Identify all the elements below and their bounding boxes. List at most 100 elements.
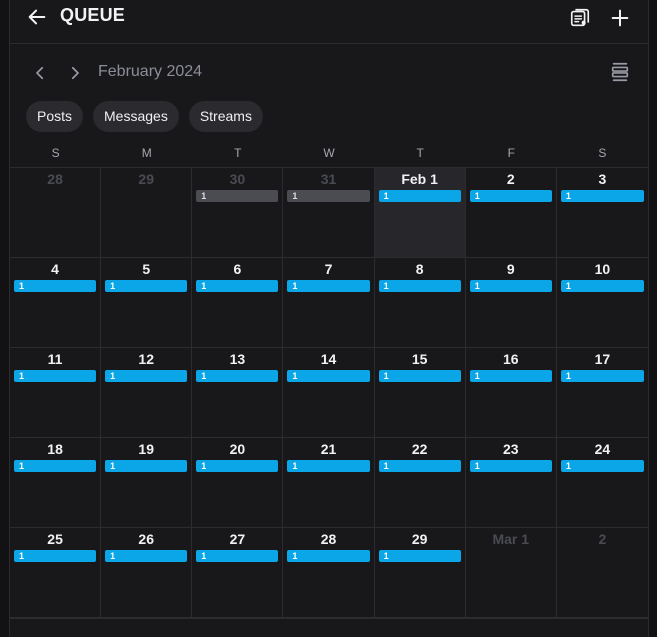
calendar-day-cell[interactable]: 30 1 (192, 168, 284, 258)
calendar-day-cell[interactable]: 18 1 (10, 438, 102, 528)
calendar-day-cell[interactable]: 27 1 (192, 528, 284, 618)
calendar-day-cell[interactable]: 71 (283, 258, 375, 348)
calendar-day-cell[interactable]: 28 1 (283, 528, 375, 618)
queue-event-bar[interactable]: 1 (287, 190, 370, 202)
calendar-day-cell[interactable]: 31 1 (283, 168, 375, 258)
day-number: 9 (506, 261, 515, 277)
calendar-day-cell[interactable]: 26 1 (101, 528, 193, 618)
day-number: 27 (229, 531, 246, 547)
calendar-day-cell[interactable]: 2 (556, 528, 648, 618)
queue-event-bar[interactable]: 1 (469, 280, 552, 292)
view-toggle-button[interactable] (608, 60, 632, 84)
queue-event-bar[interactable]: 1 (469, 370, 552, 382)
day-number: Mar 1 (492, 531, 530, 547)
queue-event-bar[interactable]: 1 (196, 280, 279, 292)
month-navigation: February 2024 (10, 58, 648, 88)
calendar-day-cell[interactable]: 29 1 (374, 528, 466, 618)
queue-event-bar[interactable]: 1 (287, 460, 370, 472)
calendar-day-cell[interactable]: 20 1 (192, 438, 284, 528)
queue-event-bar[interactable]: 1 (14, 280, 97, 292)
queue-list-button[interactable] (568, 6, 592, 30)
day-number: 28 (47, 171, 63, 187)
day-number: 14 (320, 351, 337, 367)
calendar-day-cell[interactable]: 15 1 (374, 348, 466, 438)
day-number: 24 (594, 441, 611, 457)
weekday-label: F (507, 146, 515, 160)
calendar-day-cell[interactable]: 17 1 (556, 348, 648, 438)
chip-messages[interactable]: Messages (93, 101, 179, 132)
day-number: 6 (233, 261, 242, 277)
queue-event-bar[interactable]: 1 (105, 550, 188, 562)
calendar-day-cell[interactable]: 51 (101, 258, 193, 348)
day-number: 25 (47, 531, 63, 547)
calendar-day-cell[interactable]: 25 1 (10, 528, 102, 618)
calendar-day-cell[interactable]: 10 1 (556, 258, 648, 348)
calendar-day-cell[interactable]: 13 1 (192, 348, 284, 438)
prev-month-button[interactable] (28, 61, 52, 85)
calendar-day-cell[interactable]: Feb 1 1 (374, 168, 466, 258)
month-label: February 2024 (98, 63, 203, 80)
queue-event-bar[interactable]: 1 (14, 550, 97, 562)
day-number: 23 (502, 441, 519, 457)
day-number: 17 (594, 351, 611, 367)
queue-event-bar[interactable]: 1 (196, 370, 279, 382)
calendar-day-cell[interactable]: 16 1 (465, 348, 557, 438)
calendar-day-cell[interactable]: 21 (465, 168, 557, 258)
queue-event-bar[interactable]: 1 (196, 190, 279, 202)
next-month-button[interactable] (63, 61, 87, 85)
queue-event-bar[interactable]: 1 (196, 460, 279, 472)
calendar-day-cell[interactable]: 41 (10, 258, 102, 348)
queue-event-bar[interactable]: 1 (105, 460, 188, 472)
queue-event-bar[interactable]: 1 (105, 370, 188, 382)
calendar-day-cell[interactable]: 21 1 (283, 438, 375, 528)
calendar-day-cell[interactable]: 22 1 (374, 438, 466, 528)
calendar-day-cell[interactable]: 29 (101, 168, 193, 258)
queue-event-bar[interactable]: 1 (378, 460, 461, 472)
chip-posts[interactable]: Posts (26, 101, 84, 132)
chip-streams[interactable]: Streams (188, 101, 263, 132)
queue-event-bar[interactable]: 1 (287, 550, 370, 562)
queue-event-bar[interactable]: 1 (378, 190, 461, 202)
add-button[interactable] (608, 6, 632, 30)
day-number: 4 (51, 261, 59, 277)
queue-event-bar[interactable]: 1 (196, 550, 279, 562)
plus-icon (611, 9, 629, 27)
calendar-day-cell[interactable]: Mar 1 (465, 528, 557, 618)
calendar-day-cell[interactable]: 24 1 (556, 438, 648, 528)
day-number: 8 (415, 261, 424, 277)
queue-event-bar[interactable]: 1 (14, 370, 97, 382)
queue-event-bar[interactable]: 1 (378, 550, 461, 562)
queue-event-bar[interactable]: 1 (469, 190, 552, 202)
queue-event-bar[interactable]: 1 (560, 460, 644, 472)
queue-event-bar[interactable]: 1 (378, 280, 461, 292)
day-number: 31 (320, 171, 337, 187)
queue-event-bar[interactable]: 1 (469, 460, 552, 472)
queue-event-bar[interactable]: 1 (378, 370, 461, 382)
day-number: 22 (411, 441, 428, 457)
calendar-day-cell[interactable]: 28 (10, 168, 102, 258)
day-number: 19 (138, 441, 154, 457)
back-button[interactable] (24, 4, 50, 30)
day-number: 10 (594, 261, 611, 277)
queue-event-bar[interactable]: 1 (105, 280, 188, 292)
calendar-day-cell[interactable]: 31 (556, 168, 648, 258)
calendar-day-cell[interactable]: 19 1 (101, 438, 193, 528)
day-number: 5 (142, 261, 151, 277)
calendar-day-cell[interactable]: 11 1 (10, 348, 102, 438)
queue-event-bar[interactable]: 1 (287, 370, 370, 382)
weekday-label: S (598, 146, 607, 160)
calendar-day-cell[interactable]: 61 (192, 258, 284, 348)
day-number: 21 (320, 441, 337, 457)
calendar-day-cell[interactable]: 81 (374, 258, 466, 348)
calendar-day-cell[interactable]: 91 (465, 258, 557, 348)
day-number: 2 (598, 531, 607, 547)
calendar-day-cell[interactable]: 14 1 (283, 348, 375, 438)
calendar-day-cell[interactable]: 23 1 (465, 438, 557, 528)
queue-event-bar[interactable]: 1 (560, 190, 644, 202)
day-number: 26 (138, 531, 154, 547)
queue-event-bar[interactable]: 1 (14, 460, 97, 472)
calendar-day-cell[interactable]: 12 1 (101, 348, 193, 438)
queue-event-bar[interactable]: 1 (287, 280, 370, 292)
queue-event-bar[interactable]: 1 (560, 280, 644, 292)
queue-event-bar[interactable]: 1 (560, 370, 644, 382)
